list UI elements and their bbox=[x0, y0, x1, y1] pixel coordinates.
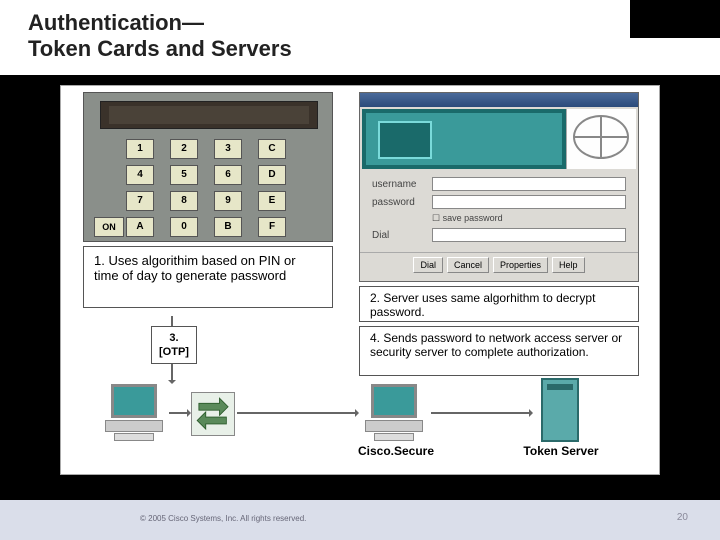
key-d: D bbox=[258, 165, 286, 185]
key-a: A bbox=[126, 217, 154, 237]
key-9: 9 bbox=[214, 191, 242, 211]
bidirectional-arrows-icon bbox=[191, 392, 235, 436]
key-8: 8 bbox=[170, 191, 198, 211]
key-on: ON bbox=[94, 217, 124, 237]
arrow-right-icon bbox=[237, 412, 357, 414]
key-4: 4 bbox=[126, 165, 154, 185]
help-button[interactable]: Help bbox=[552, 257, 585, 273]
step-4-box: 4. Sends password to network access serv… bbox=[359, 326, 639, 376]
save-password-checkbox[interactable]: ☐ save password bbox=[432, 213, 626, 224]
dial-input[interactable] bbox=[432, 228, 626, 242]
globe-icon bbox=[573, 115, 629, 159]
step-3-otp-box: 3. [OTP] bbox=[151, 326, 197, 364]
properties-button[interactable]: Properties bbox=[493, 257, 548, 273]
save-password-label: save password bbox=[443, 213, 503, 223]
key-0: 0 bbox=[170, 217, 198, 237]
step-3-line1: 3. bbox=[152, 331, 196, 345]
key-e: E bbox=[258, 191, 286, 211]
username-input[interactable] bbox=[432, 177, 626, 191]
password-label: password bbox=[372, 197, 432, 208]
client-pc-icon bbox=[101, 384, 167, 441]
login-titlebar bbox=[360, 93, 638, 107]
token-card: 1 2 3 C 4 5 6 D 7 8 9 E ON A 0 B F bbox=[83, 92, 333, 242]
step-3-line2: [OTP] bbox=[152, 345, 196, 359]
arrow-right-icon bbox=[169, 412, 189, 414]
token-server-icon bbox=[541, 378, 579, 442]
dial-label: Dial bbox=[372, 230, 432, 241]
page-number: 20 bbox=[677, 512, 688, 523]
key-3: 3 bbox=[214, 139, 242, 159]
password-input[interactable] bbox=[432, 195, 626, 209]
globe-panel bbox=[566, 109, 636, 169]
arrow-right-icon bbox=[431, 412, 531, 414]
diagram-area: 1 2 3 C 4 5 6 D 7 8 9 E ON A 0 B F 1. Us… bbox=[60, 85, 660, 475]
key-f: F bbox=[258, 217, 286, 237]
step-2-box: 2. Server uses same algorhithm to decryp… bbox=[359, 286, 639, 322]
cancel-button[interactable]: Cancel bbox=[447, 257, 489, 273]
key-6: 6 bbox=[214, 165, 242, 185]
key-5: 5 bbox=[170, 165, 198, 185]
key-7: 7 bbox=[126, 191, 154, 211]
slide-header: Authentication— Token Cards and Servers bbox=[0, 0, 720, 75]
cisco-secure-pc-icon bbox=[361, 384, 427, 441]
username-label: username bbox=[372, 179, 432, 190]
cisco-secure-label: Cisco.Secure bbox=[341, 444, 451, 458]
monitor-icon bbox=[362, 109, 566, 169]
key-c: C bbox=[258, 139, 286, 159]
dial-button[interactable]: Dial bbox=[413, 257, 443, 273]
token-server-label: Token Server bbox=[501, 444, 621, 458]
footer: © 2005 Cisco Systems, Inc. All rights re… bbox=[0, 500, 720, 540]
login-window: username password ☐ save password Dial D… bbox=[359, 92, 639, 282]
copyright-text: © 2005 Cisco Systems, Inc. All rights re… bbox=[140, 514, 306, 523]
key-1: 1 bbox=[126, 139, 154, 159]
key-b: B bbox=[214, 217, 242, 237]
login-banner bbox=[362, 109, 636, 169]
key-2: 2 bbox=[170, 139, 198, 159]
step-1-box: 1. Uses algorithim based on PIN or time … bbox=[83, 246, 333, 308]
title-line-1: Authentication— bbox=[28, 10, 692, 36]
title-line-2: Token Cards and Servers bbox=[28, 36, 692, 62]
token-lcd bbox=[100, 101, 318, 129]
